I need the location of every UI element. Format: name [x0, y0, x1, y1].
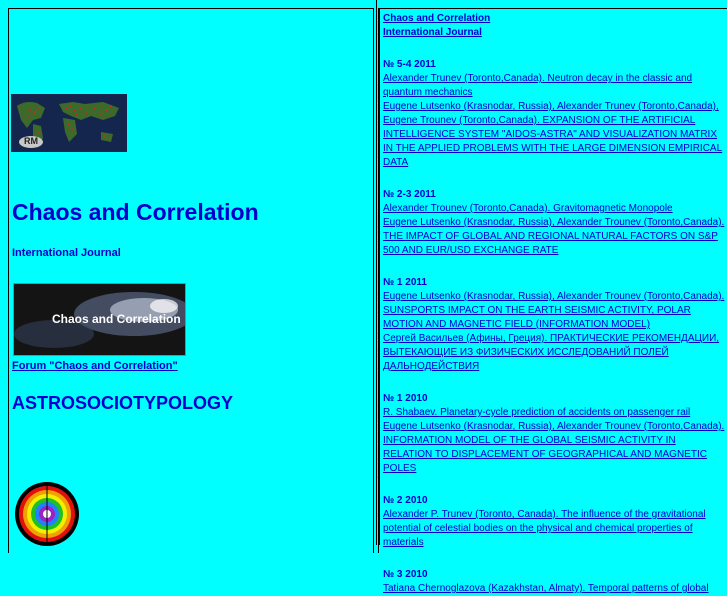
article-link[interactable]: Tatiana Chernoglazova (Kazakhstan, Almat…: [383, 582, 727, 596]
issue-block: № 5-4 2011 Alexander Trunev (Toronto,Can…: [383, 58, 727, 170]
journal-subtitle-link[interactable]: International Journal: [383, 26, 727, 40]
article-link[interactable]: Alexander P. Trunev (Toronto, Canada). T…: [383, 508, 727, 550]
article-link[interactable]: Eugene Lutsenko (Krasnodar, Russia), Ale…: [383, 420, 727, 476]
issue-block: № 1 2010 R. Shabaev. Planetary-cycle pre…: [383, 392, 727, 476]
zodiac-wheel-image[interactable]: [14, 481, 80, 547]
issue-block: № 1 2011 Eugene Lutsenko (Krasnodar, Rus…: [383, 276, 727, 374]
issues-list: Chaos and Correlation International Jour…: [383, 12, 727, 596]
frame-divider[interactable]: [376, 0, 377, 545]
article-link[interactable]: Alexander Trounev (Toronto,Canada). Grav…: [383, 202, 727, 216]
issue-block: № 3 2010 Tatiana Chernoglazova (Kazakhst…: [383, 568, 727, 596]
frame-divider-inner: [378, 8, 379, 553]
issue-number: № 5-4 2011: [383, 59, 436, 70]
issue-number: № 3 2010: [383, 569, 428, 580]
article-link[interactable]: Eugene Lutsenko (Krasnodar, Russia), Ale…: [383, 100, 727, 170]
article-link[interactable]: Alexander Trunev (Toronto,Canada). Neutr…: [383, 72, 727, 100]
article-link[interactable]: Eugene Lutsenko (Krasnodar, Russia), Ale…: [383, 216, 727, 258]
map-logo-text: RM: [24, 136, 38, 146]
left-frame-border: [8, 8, 374, 553]
astrosociotypology-heading: ASTROSOCIOTYPOLOGY: [12, 393, 234, 413]
issue-block: № 2 2010 Alexander P. Trunev (Toronto, C…: [383, 494, 727, 550]
issue-number: № 1 2010: [383, 393, 428, 404]
forum-banner-image[interactable]: Chaos and Correlation: [13, 283, 186, 356]
article-link[interactable]: Eugene Lutsenko (Krasnodar, Russia), Ale…: [383, 290, 727, 332]
article-link[interactable]: R. Shabaev. Planetary-cycle prediction o…: [383, 406, 727, 420]
world-map-image: RM: [11, 94, 127, 152]
issue-block: № 2-3 2011 Alexander Trounev (Toronto,Ca…: [383, 188, 727, 258]
forum-banner-caption: Chaos and Correlation: [52, 312, 181, 326]
issue-number: № 2 2010: [383, 495, 428, 506]
article-link[interactable]: Сергей Васильев (Афины, Греция). ПРАКТИЧ…: [383, 332, 727, 374]
page-subtitle: International Journal: [12, 247, 121, 259]
issue-number: № 1 2011: [383, 277, 427, 288]
page-title: Chaos and Correlation: [12, 199, 259, 225]
issue-number: № 2-3 2011: [383, 189, 436, 200]
forum-link[interactable]: Forum "Chaos and Correlation": [12, 360, 178, 372]
journal-title-link[interactable]: Chaos and Correlation: [383, 12, 727, 26]
left-frame: [0, 0, 377, 553]
